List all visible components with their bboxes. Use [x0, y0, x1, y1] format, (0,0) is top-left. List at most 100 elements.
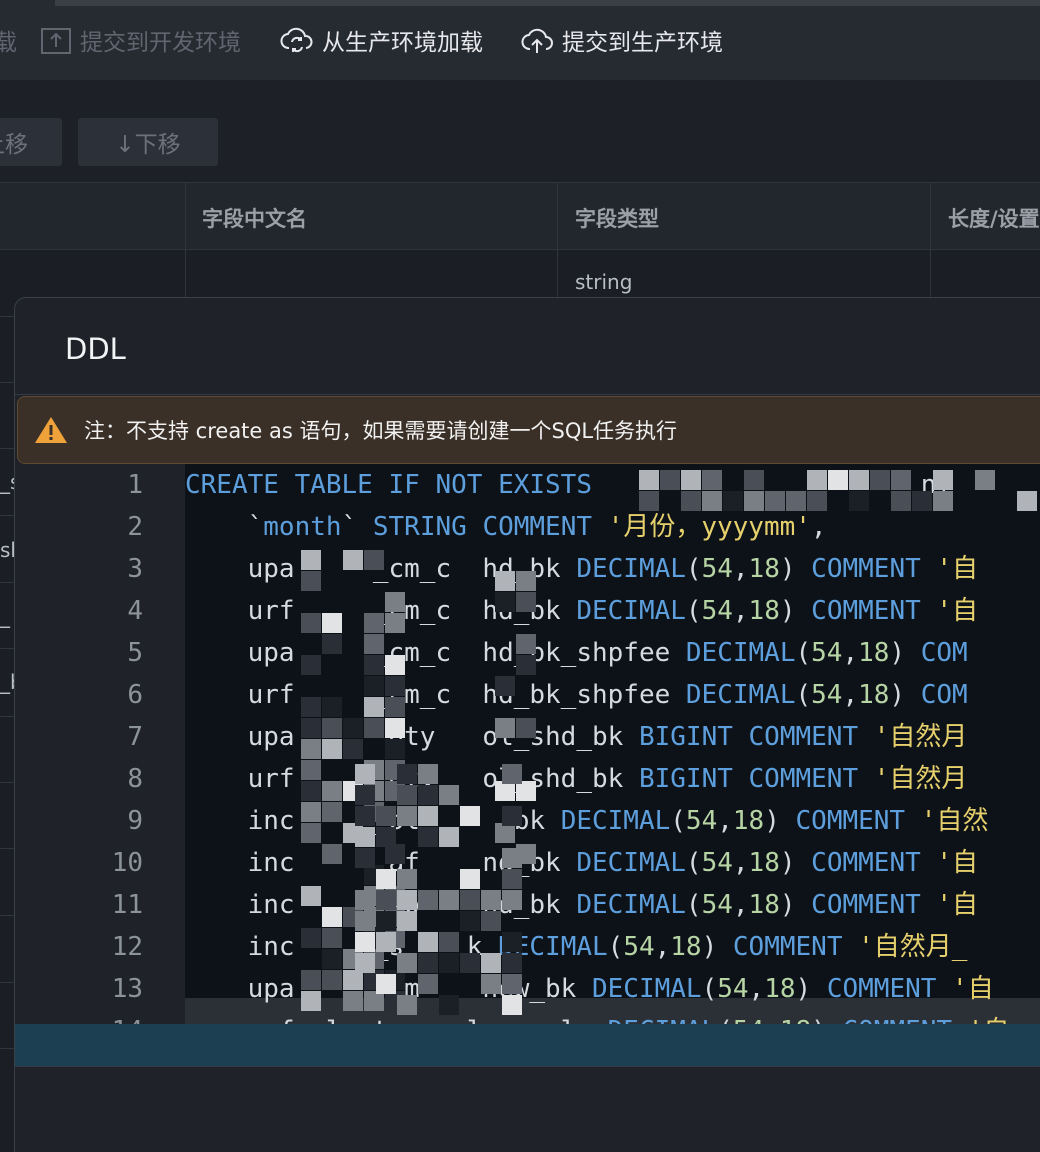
line-number: 3 [127, 554, 143, 584]
redaction-pixel [460, 911, 480, 931]
code-token: '自 [920, 554, 979, 584]
cloud-upload-icon [520, 25, 554, 55]
redaction-pixel [681, 491, 701, 511]
redaction-pixel [744, 470, 764, 490]
code-token: ) [811, 1016, 842, 1024]
line-number: 7 [127, 722, 143, 752]
code-token: COM [920, 680, 968, 710]
redaction-pixel [933, 491, 953, 511]
redaction-pixel [418, 932, 438, 952]
redaction-pixel [502, 890, 522, 910]
redaction-pixel [502, 974, 522, 994]
redaction-pixel [460, 890, 480, 910]
line-number: 14 [43, 1010, 143, 1024]
redaction-pixel [385, 718, 405, 738]
redaction-pixel [397, 806, 417, 826]
toolbar-clipped-item[interactable]: 载 [0, 22, 17, 58]
redaction-pixel [481, 890, 501, 910]
redaction-pixel [481, 974, 501, 994]
code-token: '自然月 [858, 764, 968, 794]
code-token: urf _cm_c hd_bk_shpfee [185, 680, 686, 710]
code-token: , [842, 680, 859, 710]
redaction-pixel [460, 869, 480, 889]
code-token: 18 [732, 806, 765, 836]
field-table-header: 字段中文名 字段类型 长度/设置 [0, 182, 1040, 250]
dialog-title: DDL [65, 332, 126, 366]
move-up-label: 上移 [0, 132, 28, 158]
redaction-pixel [744, 491, 764, 511]
ddl-code-editor[interactable]: 1CREATE TABLE IF NOT EXISTS n(2 `month` … [15, 464, 1040, 1024]
redaction-pixel [301, 571, 321, 591]
redaction-pixel [355, 848, 375, 868]
redaction-pixel [418, 785, 438, 805]
code-token: 54 [685, 806, 718, 836]
column-divider [930, 182, 931, 302]
code-token: 18 [764, 974, 796, 1004]
redaction-pixel [397, 869, 417, 889]
submit-to-prod-button[interactable]: 提交到生产环境 [520, 22, 723, 58]
redaction-pixel [376, 869, 396, 889]
code-token: 54 [701, 596, 733, 626]
redaction-pixel [660, 470, 680, 490]
redaction-pixel [681, 470, 701, 490]
code-token: , [717, 806, 733, 836]
column-header-cn-name: 字段中文名 [202, 207, 307, 231]
redaction-pixel [322, 844, 342, 864]
code-token: 54 [701, 848, 733, 878]
code-token: COMMENT [811, 596, 921, 626]
redaction-pixel [495, 781, 515, 801]
redaction-pixel [364, 550, 384, 570]
code-token: '自然月 [858, 722, 968, 752]
code-token: 18 [748, 848, 780, 878]
submit-to-dev-button[interactable]: 提交到开发环境 [40, 22, 241, 58]
code-token: ( [685, 554, 702, 584]
code-token: 54 [623, 932, 655, 962]
code-line: 2 `month` STRING COMMENT '月份，yyyymm', [15, 506, 1040, 548]
code-token: ( [670, 806, 686, 836]
redaction-pixel [322, 697, 342, 717]
move-down-button[interactable]: ↓下移 [78, 118, 218, 166]
code-token: '自 [936, 974, 994, 1004]
code-token: CREATE TABLE IF NOT EXISTS [185, 470, 592, 500]
redaction-pixel [702, 491, 722, 511]
load-from-prod-button[interactable]: 从生产环境加载 [280, 22, 483, 58]
redaction-pixel [439, 785, 459, 805]
code-token: ` [341, 512, 373, 542]
line-number: 6 [127, 680, 143, 710]
code-token: 18 [858, 638, 890, 668]
code-token: DECIMAL [560, 806, 671, 836]
code-token: '自 [920, 890, 979, 920]
code-token: COMMENT [811, 554, 921, 584]
code-token: 18 [748, 596, 780, 626]
redaction-pixel [418, 890, 438, 910]
redaction-pixel [502, 932, 522, 952]
line-number: 10 [111, 848, 143, 878]
code-line: 12 inc _s k DECIMAL(54,18) COMMENT '自然月_ [15, 926, 1040, 968]
code-token: ( [685, 848, 702, 878]
code-token: ( [607, 932, 624, 962]
redaction-pixel [502, 848, 522, 868]
line-number: 11 [111, 890, 143, 920]
code-token: COMMENT [795, 806, 906, 836]
redaction-pixel [301, 781, 321, 801]
redaction-pixel [343, 718, 363, 738]
redaction-pixel [849, 491, 869, 511]
redaction-pixel [301, 970, 321, 990]
redaction-pixel [385, 844, 405, 864]
type-cell[interactable]: string [575, 270, 632, 294]
redaction-pixel [502, 953, 522, 973]
line-number: 2 [127, 512, 143, 542]
move-up-button[interactable]: 上移 [0, 118, 62, 166]
redaction-pixel [418, 764, 438, 784]
redaction-pixel [495, 718, 515, 738]
code-token: 18 [748, 554, 780, 584]
code-token: 54 [733, 1016, 764, 1024]
code-token: month [263, 512, 342, 542]
redaction-pixel [723, 491, 743, 511]
submit-to-dev-label: 提交到开发环境 [80, 30, 241, 56]
code-token: ) [779, 890, 812, 920]
horizontal-scrollbar[interactable] [15, 1024, 1040, 1066]
redaction-pixel [301, 613, 321, 633]
ddl-dialog: DDL 注：不支持 create as 语句，如果需要请创建一个SQL任务执行 … [14, 297, 1040, 1152]
code-token: , [732, 596, 749, 626]
